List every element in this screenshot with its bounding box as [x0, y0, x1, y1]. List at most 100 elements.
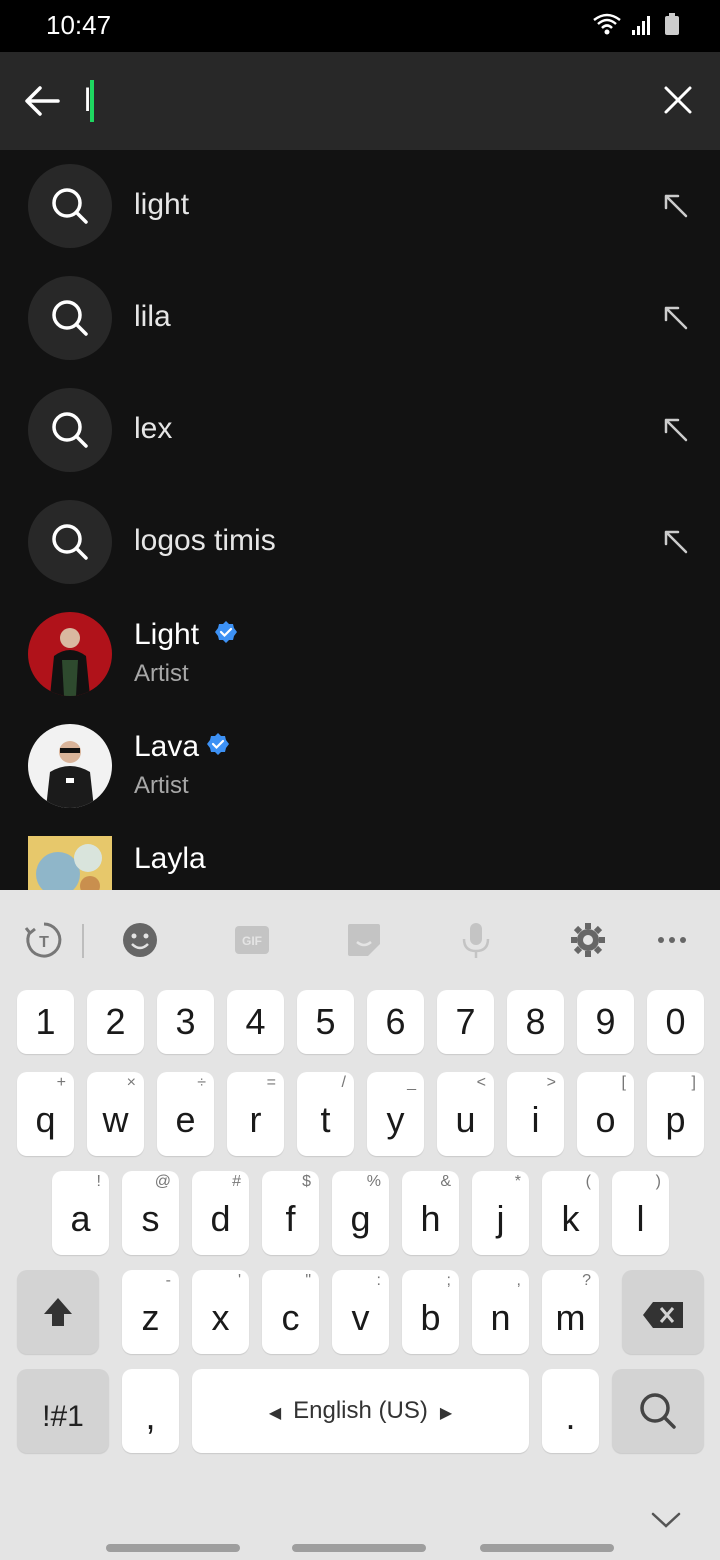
key-label: 6 — [385, 1001, 406, 1042]
verified-badge-icon — [215, 621, 237, 643]
key-label: k — [561, 1198, 580, 1239]
key-d[interactable]: d # — [192, 1171, 249, 1255]
search-icon-circle — [28, 164, 112, 248]
suggestion-item[interactable]: light — [0, 150, 720, 262]
key-label: j — [496, 1198, 505, 1239]
shift-key[interactable] — [17, 1270, 99, 1354]
nav-home-bar[interactable] — [292, 1544, 426, 1552]
key-e[interactable]: e ÷ — [157, 1072, 214, 1156]
key-p[interactable]: p] — [647, 1072, 704, 1156]
key-0[interactable]: 0 — [647, 990, 704, 1054]
key-j[interactable]: j * — [472, 1171, 529, 1255]
key-5[interactable]: 5 — [297, 990, 354, 1054]
search-key[interactable] — [612, 1369, 704, 1453]
sticker-icon[interactable] — [344, 920, 384, 960]
more-options-icon[interactable] — [652, 920, 692, 960]
space-bar[interactable]: ◀ English (US) ▶ — [192, 1369, 529, 1453]
search-icon-circle — [28, 276, 112, 360]
search-icon-circle — [28, 388, 112, 472]
microphone-icon[interactable] — [456, 920, 496, 960]
back-arrow-icon[interactable] — [18, 76, 68, 126]
nav-back-bar[interactable] — [480, 1544, 614, 1552]
key-i[interactable]: i > — [507, 1072, 564, 1156]
key-k[interactable]: k( — [542, 1171, 599, 1255]
key-9[interactable]: 9 — [577, 990, 634, 1054]
comma-key[interactable]: , — [122, 1369, 179, 1453]
suggestion-item[interactable]: lex — [0, 374, 720, 486]
key-hint: ) — [655, 1173, 661, 1190]
gif-icon[interactable]: GIF — [232, 920, 272, 960]
key-label: r — [249, 1099, 262, 1140]
key-label: m — [555, 1297, 586, 1338]
artist-result-item[interactable]: Light Artist — [0, 598, 720, 710]
fill-query-arrow-icon[interactable] — [662, 528, 690, 556]
album-name: Layla — [134, 842, 206, 875]
album-result-item[interactable]: Layla — [0, 822, 720, 890]
key-1[interactable]: 1 — [17, 990, 74, 1054]
hide-keyboard-chevron-icon[interactable] — [650, 1510, 682, 1530]
key-3[interactable]: 3 — [157, 990, 214, 1054]
key-4[interactable]: 4 — [227, 990, 284, 1054]
close-icon[interactable] — [660, 82, 696, 118]
key-hint: : — [376, 1272, 381, 1289]
backspace-icon — [643, 1302, 683, 1328]
gear-icon[interactable] — [568, 920, 608, 960]
backspace-key[interactable] — [622, 1270, 704, 1354]
key-label: z — [141, 1297, 160, 1338]
key-m[interactable]: m? — [542, 1270, 599, 1354]
symbols-key[interactable]: !#1 — [17, 1369, 109, 1453]
key-label: f — [285, 1198, 296, 1239]
key-w[interactable]: w × — [87, 1072, 144, 1156]
artist-result-item[interactable]: Lava Artist — [0, 710, 720, 822]
key-v[interactable]: v: — [332, 1270, 389, 1354]
translate-icon[interactable]: T — [24, 920, 64, 960]
key-label: a — [70, 1198, 91, 1239]
key-hint: × — [126, 1074, 136, 1091]
key-x[interactable]: x ' — [192, 1270, 249, 1354]
key-o[interactable]: o[ — [577, 1072, 634, 1156]
key-y[interactable]: y _ — [367, 1072, 424, 1156]
emoji-icon[interactable] — [120, 920, 160, 960]
key-label: 7 — [455, 1001, 476, 1042]
key-label: b — [420, 1297, 441, 1338]
key-h[interactable]: h & — [402, 1171, 459, 1255]
key-a[interactable]: a! — [52, 1171, 109, 1255]
key-label: v — [351, 1297, 370, 1338]
status-icons — [592, 12, 680, 36]
key-label: s — [141, 1198, 160, 1239]
key-label: 0 — [665, 1001, 686, 1042]
suggestion-item[interactable]: lila — [0, 262, 720, 374]
key-l[interactable]: l) — [612, 1171, 669, 1255]
artist-avatar — [28, 612, 112, 696]
fill-query-arrow-icon[interactable] — [662, 304, 690, 332]
suggestion-label: lex — [134, 412, 173, 445]
period-key[interactable]: . — [542, 1369, 599, 1453]
key-7[interactable]: 7 — [437, 990, 494, 1054]
key-t[interactable]: t / — [297, 1072, 354, 1156]
key-z[interactable]: z- — [122, 1270, 179, 1354]
search-icon-circle — [28, 500, 112, 584]
key-b[interactable]: b; — [402, 1270, 459, 1354]
nav-recents-bar[interactable] — [106, 1544, 240, 1552]
key-s[interactable]: s @ — [122, 1171, 179, 1255]
artist-name: Light — [134, 618, 200, 651]
key-label: 1 — [35, 1001, 56, 1042]
fill-query-arrow-icon[interactable] — [662, 416, 690, 444]
suggestion-item[interactable]: logos timis — [0, 486, 720, 598]
key-label: y — [386, 1099, 405, 1140]
key-r[interactable]: r = — [227, 1072, 284, 1156]
key-hint: / — [341, 1074, 346, 1091]
key-n[interactable]: n, — [472, 1270, 529, 1354]
key-2[interactable]: 2 — [87, 990, 144, 1054]
key-8[interactable]: 8 — [507, 990, 564, 1054]
key-f[interactable]: f $ — [262, 1171, 319, 1255]
key-q[interactable]: q + — [17, 1072, 74, 1156]
key-c[interactable]: c " — [262, 1270, 319, 1354]
fill-query-arrow-icon[interactable] — [662, 192, 690, 220]
key-6[interactable]: 6 — [367, 990, 424, 1054]
key-u[interactable]: u < — [437, 1072, 494, 1156]
on-screen-keyboard: T GIF 1 2 3 4 5 6 7 8 9 0 q + w × e ÷ r … — [0, 890, 720, 1560]
key-hint: % — [366, 1173, 381, 1190]
key-label: o — [595, 1099, 616, 1140]
key-g[interactable]: g% — [332, 1171, 389, 1255]
